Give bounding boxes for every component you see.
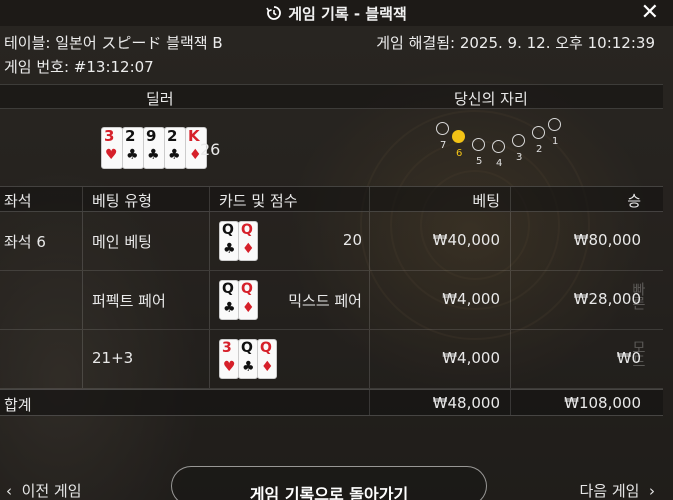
table-row: 퍼펙트 페어 Q ♣ Q ♦ 믹스드 페어 ₩4,000 ₩28,000: [0, 271, 663, 330]
seat-6-label: 6: [456, 148, 463, 159]
row-win: ₩80,000: [573, 231, 641, 249]
row-score: 믹스드 페어: [288, 292, 362, 310]
dealer-label: 딜러: [146, 90, 174, 108]
header-seat: 좌석: [4, 192, 32, 210]
row-bet: ₩4,000: [442, 349, 500, 367]
chevron-right-icon: ›: [644, 482, 655, 500]
seat-7-dot: [436, 122, 449, 135]
seat-2-label: 2: [536, 144, 543, 155]
row-bet-type: 메인 베팅: [92, 233, 152, 251]
next-game-link[interactable]: 다음 게임 ›: [579, 480, 655, 500]
table-name: 테이블: 일본어 スピード 블랙잭 B: [4, 34, 223, 52]
seat-1-label: 1: [552, 136, 559, 147]
header-bet: 베팅: [472, 192, 500, 210]
header-win: 승: [627, 192, 641, 210]
settled-time: 게임 해결됨: 2025. 9. 12. 오후 10:12:39: [376, 34, 655, 52]
game-number: 게임 번호: #13:12:07: [4, 58, 154, 76]
dealer-header: 딜러 당신의 자리: [0, 84, 663, 109]
row-bet: ₩4,000: [442, 290, 500, 308]
history-icon: [266, 6, 282, 20]
row-score: 20: [342, 231, 362, 249]
chevron-left-icon: ‹: [6, 482, 17, 500]
seat-3-label: 3: [516, 152, 523, 163]
bottom-nav: ‹ 이전 게임 게임 기록으로 돌아가기 다음 게임 ›: [0, 466, 673, 500]
player-hand: Q ♣ Q ♦: [219, 280, 258, 320]
prev-game-link[interactable]: ‹ 이전 게임: [6, 480, 82, 500]
playing-card: Q ♦: [238, 280, 258, 320]
side-label-2: 모드: [630, 340, 646, 368]
seat-4-label: 4: [496, 158, 503, 169]
dealer-hand: 3 ♥ 2 ♣ 9 ♣ 2 ♣ K ♦: [101, 127, 207, 169]
playing-card: Q ♣: [219, 280, 239, 320]
row-bet-type: 퍼펙트 페어: [92, 292, 166, 310]
playing-card: Q ♣: [238, 339, 258, 379]
total-win: ₩108,000: [564, 394, 641, 412]
seat-1-dot: [548, 118, 561, 131]
seat-map: 76 5 4 3 21: [432, 118, 562, 169]
side-label-1: 빠른: [630, 282, 646, 310]
playing-card: 9 ♣: [143, 127, 165, 169]
title-bar: 게임 기록 - 블랙잭: [0, 0, 673, 26]
playing-card: Q ♣: [219, 221, 239, 261]
total-bet: ₩48,000: [432, 394, 500, 412]
seat-5-dot: [472, 138, 485, 151]
close-icon[interactable]: ✕: [641, 2, 659, 24]
header-cards: 카드 및 점수: [219, 192, 298, 210]
playing-card: 3 ♥: [101, 127, 123, 169]
playing-card: 3 ♥: [219, 339, 239, 379]
seat-6-dot: [452, 130, 465, 143]
playing-card: 2 ♣: [164, 127, 186, 169]
playing-card: 2 ♣: [122, 127, 144, 169]
player-hand: 3 ♥ Q ♣ Q ♦: [219, 339, 277, 379]
total-row: 합계 ₩48,000 ₩108,000: [0, 389, 663, 416]
seat-3-dot: [512, 134, 525, 147]
bet-table: 좌석 베팅 유형 카드 및 점수 베팅 승 좌석 6 메인 베팅 Q ♣ Q ♦ 20 ₩40…: [0, 186, 663, 416]
playing-card: Q ♦: [257, 339, 277, 379]
total-label: 합계: [4, 396, 32, 414]
back-to-history-button[interactable]: 게임 기록으로 돌아가기: [171, 466, 487, 500]
playing-card: Q ♦: [238, 221, 258, 261]
seat-label: 당신의 자리: [454, 90, 528, 108]
page-title: 게임 기록 - 블랙잭: [288, 4, 407, 23]
row-seat: 좌석 6: [4, 233, 46, 251]
prev-game-label: 이전 게임: [21, 482, 82, 500]
seat-4-dot: [492, 140, 505, 153]
table-row: 21+3 3 ♥ Q ♣ Q ♦ ₩4,000 ₩0: [0, 330, 663, 389]
seat-5-label: 5: [476, 156, 483, 167]
dealer-score: 26: [200, 140, 221, 159]
table-header: 좌석 베팅 유형 카드 및 점수 베팅 승: [0, 186, 663, 212]
header-bet-type: 베팅 유형: [92, 192, 152, 210]
next-game-label: 다음 게임: [579, 482, 640, 500]
seat-7-label: 7: [440, 140, 447, 151]
row-bet: ₩40,000: [432, 231, 500, 249]
table-row: 좌석 6 메인 베팅 Q ♣ Q ♦ 20 ₩40,000 ₩80,000: [0, 212, 663, 271]
row-bet-type: 21+3: [92, 349, 134, 367]
seat-2-dot: [532, 126, 545, 139]
player-hand: Q ♣ Q ♦: [219, 221, 258, 261]
